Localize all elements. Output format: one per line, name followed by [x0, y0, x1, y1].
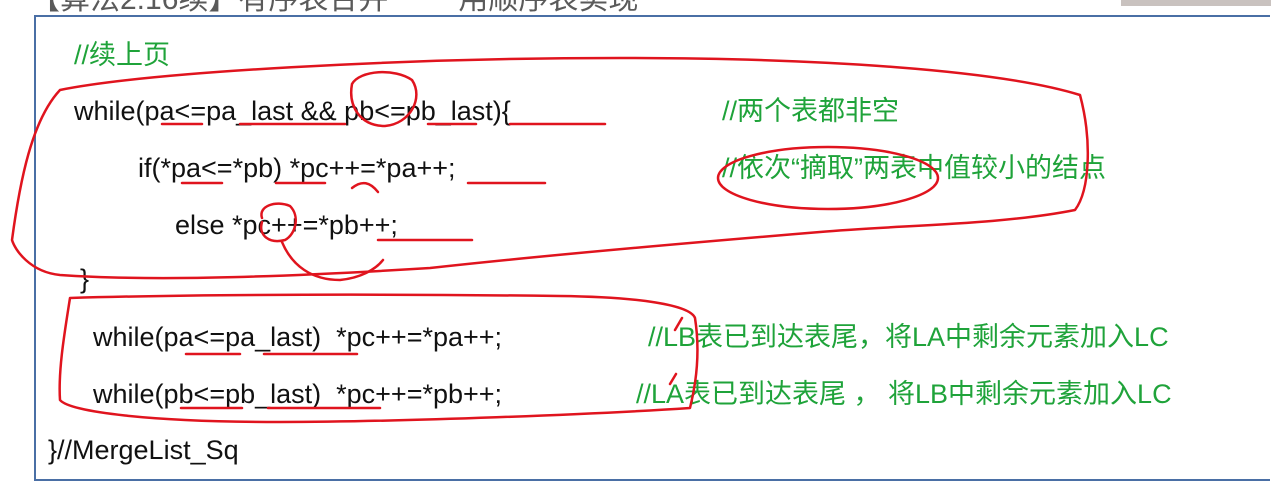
code-box — [34, 15, 1270, 481]
code-line-else: else *pc++=*pb++; — [175, 210, 398, 240]
presenter-thumbnail — [1121, 0, 1271, 6]
code-line-if: if(*pa<=*pb) *pc++=*pa++; — [138, 153, 456, 183]
slide-title-sub: 用顺序表实现 — [458, 0, 638, 16]
code-line-while-pa: while(pa<=pa_last) *pc++=*pa++; — [93, 322, 503, 352]
slide-title: 【算法2.16续】有序表合并 用顺序表实现 — [30, 0, 638, 16]
code-line-while-main: while(pa<=pa_last && pb<=pb_last){ — [74, 96, 511, 126]
code-comment-continued: //续上页 — [74, 40, 171, 70]
code-comment-while-pa: //LB表已到达表尾，将LA中剩余元素加入LC — [648, 322, 1169, 352]
code-comment-if: //依次“摘取”两表中值较小的结点 — [722, 153, 1106, 183]
code-line-end: }//MergeList_Sq — [48, 435, 239, 465]
code-line-close-brace: } — [80, 264, 90, 294]
code-comment-while-main: //两个表都非空 — [722, 96, 900, 126]
code-comment-while-pb: //LA表已到达表尾 ， 将LB中剩余元素加入LC — [636, 379, 1172, 409]
code-line-while-pb: while(pb<=pb_last) *pc++=*pb++; — [93, 379, 503, 409]
slide-title-main: 【算法2.16续】有序表合并 — [30, 0, 388, 16]
